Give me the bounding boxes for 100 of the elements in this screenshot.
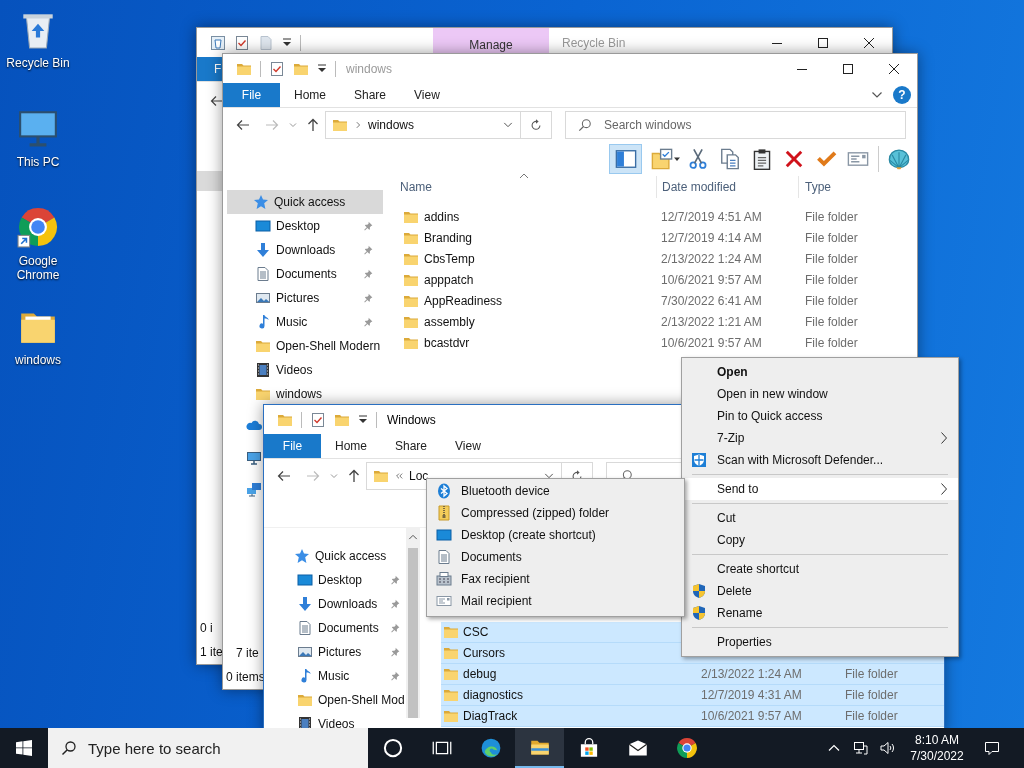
back-arrow-icon[interactable] [209, 93, 225, 109]
menu-item[interactable]: Mail recipient [427, 590, 684, 612]
file-tab[interactable]: File [223, 83, 280, 107]
pin-icon[interactable] [363, 317, 373, 327]
file-name[interactable]: Branding [424, 230, 473, 245]
properties-icon[interactable] [310, 411, 326, 428]
shopping-bag-icon[interactable] [578, 738, 599, 758]
circle-icon[interactable] [382, 738, 403, 758]
menu-item[interactable]: Desktop (create shortcut) [427, 524, 684, 546]
browser-icon[interactable] [480, 738, 501, 758]
pin-icon[interactable] [363, 221, 373, 231]
speaker-icon[interactable] [880, 740, 896, 756]
help-button[interactable]: ? [893, 86, 911, 104]
file-name[interactable]: assembly [424, 314, 475, 329]
delete-icon[interactable] [783, 148, 805, 170]
copy-icon[interactable] [719, 148, 741, 170]
clock[interactable]: 8:10 AM 7/30/2022 [902, 732, 972, 764]
pin-icon[interactable] [363, 293, 373, 303]
scroll-up-icon[interactable] [408, 532, 418, 542]
pin-icon[interactable] [390, 575, 400, 585]
scroll-thumb[interactable] [408, 548, 418, 718]
scissors-icon[interactable] [687, 148, 709, 170]
pin-icon[interactable] [390, 599, 400, 609]
address-bar[interactable]: windows [325, 111, 521, 139]
refresh-button[interactable] [521, 111, 552, 139]
nav-item[interactable]: Music [223, 310, 381, 334]
column-header[interactable]: Type [805, 180, 831, 194]
nav-item[interactable]: Videos [223, 358, 381, 382]
pin-icon[interactable] [390, 671, 400, 681]
menu-item[interactable]: Open [682, 361, 958, 383]
expand-ribbon-icon[interactable] [871, 91, 883, 99]
pin-icon[interactable] [390, 647, 400, 657]
maximize-icon[interactable] [843, 63, 853, 74]
column-header[interactable]: Name [400, 180, 432, 194]
shell-icon[interactable] [888, 148, 910, 170]
desktop-shortcut[interactable]: windows [0, 299, 76, 398]
pin-icon[interactable] [363, 245, 373, 255]
menu-item[interactable]: Fax recipient [427, 568, 684, 590]
menu-item[interactable]: Open in new window [682, 383, 958, 405]
selected-row[interactable]: debug 2/13/2022 1:24 AM File folder [441, 664, 944, 685]
chevron-up-icon[interactable] [828, 744, 840, 752]
nav-item[interactable]: Desktop [264, 568, 406, 592]
nav-item[interactable]: Pictures [264, 640, 406, 664]
nav-item[interactable]: Quick access [268, 544, 402, 568]
column-header[interactable]: Date modified [662, 180, 737, 194]
browser-icon[interactable] [675, 737, 698, 759]
nav-item[interactable]: Open-Shell Modern [223, 334, 381, 358]
nav-item[interactable]: windows [223, 382, 381, 406]
network-icon[interactable] [852, 740, 868, 756]
maximize-icon[interactable] [818, 37, 828, 48]
clipboard-icon[interactable] [751, 148, 773, 170]
menu-item[interactable]: 7-Zip [682, 427, 958, 449]
menu-item[interactable]: Copy [682, 529, 958, 551]
taskbar-button[interactable] [515, 728, 564, 768]
nav-item[interactable]: Open-Shell Mod [264, 688, 406, 712]
menu-item[interactable]: Create shortcut [682, 558, 958, 580]
dropdown-icon[interactable] [673, 155, 681, 163]
pin-icon[interactable] [363, 269, 373, 279]
properties-icon[interactable] [269, 60, 285, 77]
ribbon-tab[interactable]: View [441, 434, 495, 458]
preview-pane-button[interactable] [609, 144, 642, 174]
back-arrow-icon[interactable] [276, 468, 292, 484]
ribbon-tab[interactable]: Share [381, 434, 442, 458]
envelope-icon[interactable] [627, 738, 648, 758]
nav-item[interactable]: Downloads [223, 238, 381, 262]
file-tab[interactable]: File [264, 434, 321, 458]
nav-item[interactable]: Pictures [223, 286, 381, 310]
start-icon[interactable] [16, 740, 32, 756]
scrollbar[interactable] [406, 528, 420, 718]
up-arrow-icon[interactable] [346, 468, 362, 484]
nav-item[interactable]: Downloads [264, 592, 406, 616]
selected-row[interactable]: DiagTrack 10/6/2021 9:57 AM File folder [441, 706, 944, 727]
desktop-shortcut[interactable]: This PC [0, 101, 76, 200]
search-field[interactable]: Search windows [565, 111, 906, 139]
ribbon-tab[interactable]: Home [280, 83, 340, 107]
recycle-bin-icon[interactable] [210, 34, 226, 51]
file-name[interactable]: CbsTemp [424, 251, 475, 266]
menu-item[interactable]: Documents [427, 546, 684, 568]
file-name[interactable]: bcastdvr [424, 335, 470, 350]
menu-item[interactable]: Send to [682, 478, 958, 500]
search-field[interactable]: Type here to search [48, 728, 368, 768]
close-icon[interactable] [864, 37, 874, 48]
close-icon[interactable] [889, 63, 899, 74]
ribbon-tab[interactable]: View [400, 83, 454, 107]
properties-icon[interactable] [651, 148, 673, 170]
nav-item[interactable]: Desktop [223, 214, 381, 238]
menu-item[interactable]: Pin to Quick access [682, 405, 958, 427]
nav-item[interactable]: Documents [264, 616, 406, 640]
ribbon-tab[interactable]: Home [321, 434, 381, 458]
menu-item[interactable]: Compressed (zipped) folder [427, 502, 684, 524]
up-arrow-icon[interactable] [305, 117, 321, 133]
menu-item[interactable]: Delete [682, 580, 958, 602]
file-name[interactable]: apppatch [424, 272, 474, 287]
desktop-shortcut[interactable]: Recycle Bin [0, 2, 76, 101]
desktop-shortcut[interactable]: Google Chrome [0, 200, 76, 299]
file-tab[interactable]: F [197, 57, 223, 81]
ribbon-tab[interactable]: Share [340, 83, 401, 107]
pin-icon[interactable] [390, 623, 400, 633]
menu-item[interactable]: Cut [682, 507, 958, 529]
file-name[interactable]: addins [424, 209, 460, 224]
